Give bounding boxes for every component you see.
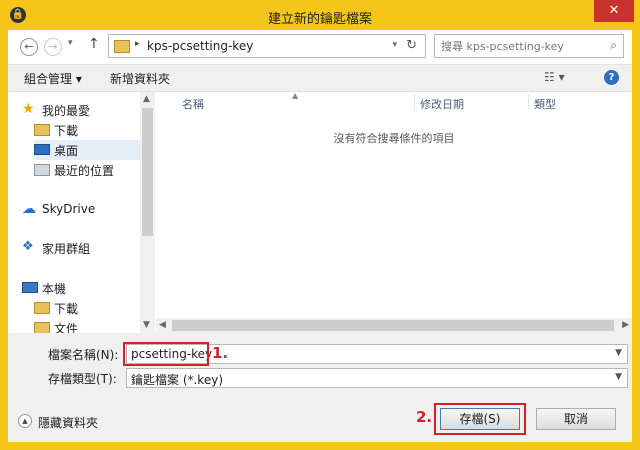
window-title: 建立新的鑰匙檔案 <box>267 12 372 27</box>
nav-item-label: 家用群組 <box>42 242 91 256</box>
nav-item-pc-downloads[interactable]: 下載 <box>34 298 144 318</box>
column-divider[interactable] <box>414 94 415 110</box>
scroll-left-icon[interactable]: ◀ <box>159 320 166 330</box>
nav-item-label: 最近的位置 <box>54 164 115 178</box>
search-input[interactable] <box>441 37 591 55</box>
save-dialog-window: 🔒 建立新的鑰匙檔案 ✕ ← → ▾ ↑ ▸ kps-pcsetting-key… <box>0 0 640 450</box>
scroll-right-icon[interactable]: ▶ <box>622 320 629 330</box>
file-list-horizontal-scrollbar[interactable]: ◀ ▶ <box>156 318 632 333</box>
nav-item-favorites[interactable]: ★ 我的最愛 <box>22 100 154 120</box>
file-list: ▲ 名稱 修改日期 類型 沒有符合搜尋條件的項目 <box>156 91 632 333</box>
back-button[interactable]: ← <box>20 38 38 56</box>
recent-places-icon <box>34 164 50 176</box>
nav-item-thispc[interactable]: 本機 <box>22 278 154 298</box>
desktop-icon <box>34 144 50 155</box>
refresh-icon[interactable]: ↻ <box>406 38 417 53</box>
download-folder-icon <box>34 302 50 314</box>
highlight-box-filename <box>123 342 209 366</box>
save-button[interactable]: 存檔(S) <box>440 408 520 430</box>
close-button[interactable]: ✕ <box>594 0 634 22</box>
up-arrow-icon[interactable]: ↑ <box>88 36 100 52</box>
nav-item-downloads[interactable]: 下載 <box>34 120 144 140</box>
homegroup-icon: ❖ <box>22 239 34 254</box>
title-bar: 🔒 建立新的鑰匙檔案 ✕ <box>0 0 640 30</box>
search-icon[interactable]: ⌕ <box>610 38 617 53</box>
address-dropdown-icon[interactable]: ▾ <box>392 40 397 50</box>
nav-item-documents[interactable]: 文件 <box>34 318 144 333</box>
column-header-type[interactable]: 類型 <box>534 96 556 112</box>
address-bar[interactable]: ▸ kps-pcsetting-key ▾ ↻ <box>108 34 426 58</box>
recent-locations-dropdown[interactable]: ▾ <box>68 38 73 48</box>
nav-item-recent[interactable]: 最近的位置 <box>34 160 144 180</box>
help-icon[interactable]: ? <box>604 70 619 85</box>
scroll-up-icon[interactable]: ▲ <box>143 94 150 104</box>
computer-icon <box>22 282 38 293</box>
nav-item-desktop[interactable]: 桌面 <box>34 140 144 160</box>
nav-item-label: 桌面 <box>54 144 79 158</box>
download-folder-icon <box>34 124 50 136</box>
breadcrumb-path[interactable]: kps-pcsetting-key <box>147 39 253 53</box>
nav-item-label: 文件 <box>54 322 79 333</box>
new-folder-button[interactable]: 新增資料夾 <box>110 70 170 87</box>
annotation-step-2: 2. <box>416 408 433 426</box>
nav-item-skydrive[interactable]: ☁ SkyDrive <box>22 200 154 220</box>
search-box[interactable]: ⌕ <box>434 34 624 58</box>
chevron-down-icon[interactable]: ▼ <box>615 348 622 358</box>
command-toolbar: 組合管理 ▾ 新增資料夾 ☷ ▾ ? <box>8 64 632 92</box>
annotation-step-1: 1. <box>212 344 229 362</box>
breadcrumb-arrow-icon[interactable]: ▸ <box>135 39 140 49</box>
cancel-button[interactable]: 取消 <box>536 408 616 430</box>
filetype-select[interactable]: 鑰匙檔案 (*.key) ▼ <box>126 368 628 388</box>
nav-item-label: SkyDrive <box>42 202 96 216</box>
nav-item-label: 本機 <box>42 282 67 296</box>
chevron-down-icon[interactable]: ▼ <box>615 372 622 382</box>
collapse-up-icon[interactable]: ▲ <box>18 414 32 428</box>
empty-list-message: 沒有符合搜尋條件的項目 <box>333 132 455 145</box>
nav-item-label: 下載 <box>54 302 79 316</box>
address-row: ← → ▾ ↑ ▸ kps-pcsetting-key ▾ ↻ ⌕ <box>8 30 632 64</box>
organize-button[interactable]: 組合管理 ▾ <box>24 70 82 87</box>
filetype-value[interactable]: 鑰匙檔案 (*.key) <box>131 371 223 388</box>
nav-item-label: 下載 <box>54 124 79 138</box>
documents-folder-icon <box>34 322 50 333</box>
nav-item-label: 我的最愛 <box>42 104 91 118</box>
nav-item-homegroup[interactable]: ❖ 家用群組 <box>22 238 154 258</box>
scroll-down-icon[interactable]: ▼ <box>143 320 150 330</box>
column-divider[interactable] <box>528 94 529 110</box>
hide-folders-label[interactable]: 隱藏資料夾 <box>38 414 98 431</box>
scroll-thumb[interactable] <box>172 320 614 331</box>
filename-label: 檔案名稱(N): <box>48 348 119 362</box>
sort-arrow-icon: ▲ <box>292 91 299 100</box>
folder-icon <box>114 40 130 53</box>
view-options-button[interactable]: ☷ ▾ <box>544 70 565 84</box>
column-header-date[interactable]: 修改日期 <box>420 96 464 112</box>
nav-vertical-scrollbar[interactable]: ▲ ▼ <box>140 92 155 333</box>
navigation-pane: ★ 我的最愛 下載 桌面 最近的位置 ☁ SkyDrive ❖ 家用群組 本機 … <box>8 92 155 333</box>
column-header-name[interactable]: 名稱 <box>182 96 204 112</box>
cloud-icon: ☁ <box>22 201 36 217</box>
scroll-thumb[interactable] <box>142 108 153 236</box>
save-form-area: 檔案名稱(N): pcsetting-key ▼ 1. 存檔類型(T): 鑰匙檔… <box>8 333 632 442</box>
filetype-label: 存檔類型(T): <box>48 372 117 386</box>
forward-button[interactable]: → <box>44 38 62 56</box>
dialog-client-area: ← → ▾ ↑ ▸ kps-pcsetting-key ▾ ↻ ⌕ 組合管理 ▾… <box>8 30 632 442</box>
star-icon: ★ <box>22 101 35 117</box>
